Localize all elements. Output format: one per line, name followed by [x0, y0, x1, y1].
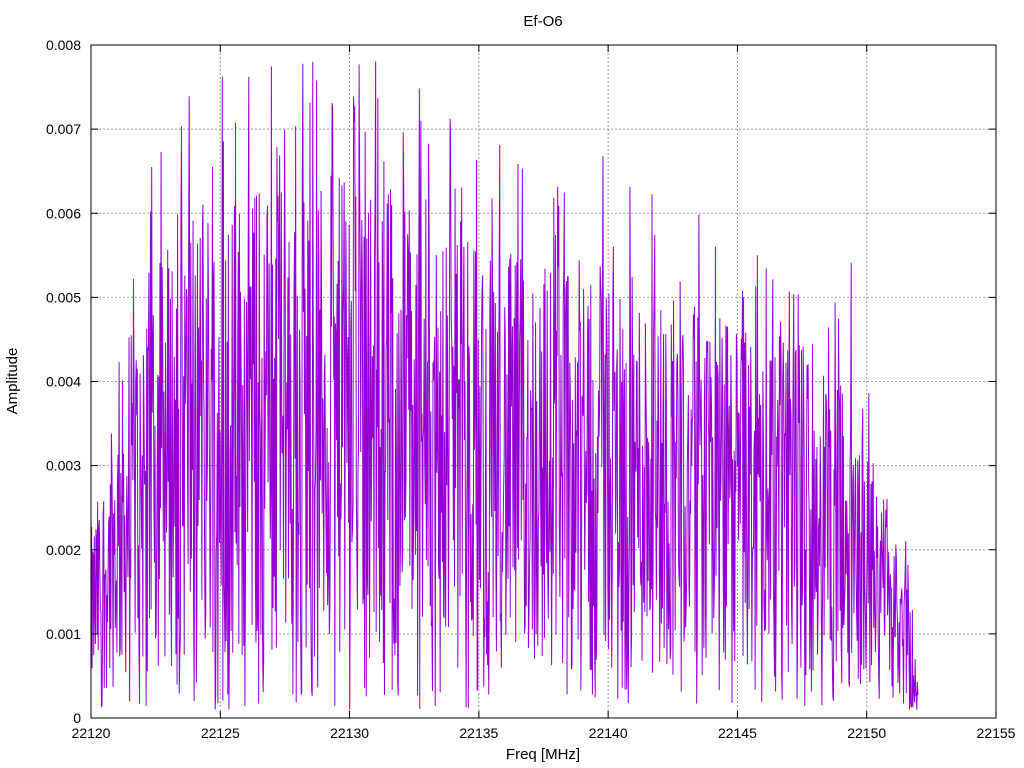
y-tick-label: 0.003	[46, 458, 81, 474]
y-axis-label: Amplitude	[4, 348, 21, 415]
x-tick-label: 22120	[72, 725, 111, 741]
chart-title: Ef-O6	[523, 13, 562, 30]
x-tick-label: 22125	[201, 725, 240, 741]
y-tick-label: 0.008	[46, 37, 81, 53]
x-axis-label: Freq [MHz]	[506, 746, 580, 763]
x-tick-label: 22155	[977, 725, 1016, 741]
x-tick-label: 22135	[459, 725, 498, 741]
line-chart: 22120 22125 22130 22135 22140 22145 22150 22155…	[0, 0, 1024, 768]
x-tick-label: 22150	[847, 725, 886, 741]
y-tick-label: 0.007	[46, 121, 81, 137]
y-tick-label: 0.001	[46, 626, 81, 642]
y-tick-label: 0.004	[46, 374, 81, 390]
y-tick-label: 0.005	[46, 289, 81, 305]
x-tick-label: 22130	[330, 725, 369, 741]
chart-container: 22120 22125 22130 22135 22140 22145 22150 22155…	[0, 0, 1024, 768]
y-tick-label: 0	[73, 710, 81, 726]
y-tick-label: 0.002	[46, 542, 81, 558]
y-tick-label: 0.006	[46, 205, 81, 221]
x-tick-label: 22140	[589, 725, 628, 741]
x-tick-label: 22145	[718, 725, 757, 741]
